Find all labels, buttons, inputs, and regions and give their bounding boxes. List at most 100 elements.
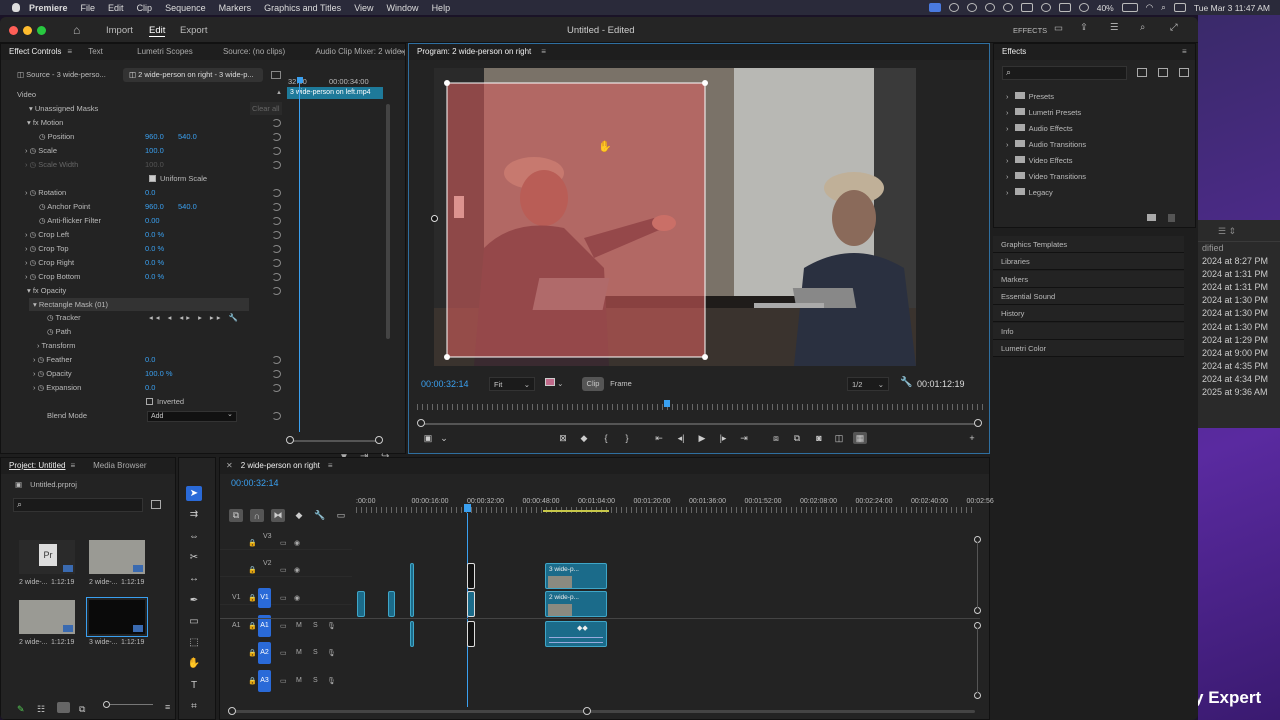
mic-icon[interactable]: 🎙: [327, 677, 336, 685]
search-icon[interactable]: ⌕: [1161, 2, 1166, 13]
project-thumbnail[interactable]: [86, 597, 148, 637]
status-icon[interactable]: [948, 3, 959, 12]
ripple-edit-icon[interactable]: ⇔: [186, 529, 202, 544]
ec-value[interactable]: 960.0: [145, 200, 164, 213]
lock-icon[interactable]: 🔒: [248, 539, 257, 547]
ec-playhead-handle[interactable]: [297, 77, 303, 83]
home-icon[interactable]: ⌂: [73, 23, 80, 37]
reset-icon[interactable]: [272, 119, 281, 127]
tab-project[interactable]: Project: Untitled: [9, 461, 65, 470]
ec-value[interactable]: 100.0 %: [145, 367, 173, 380]
source-patch-v1[interactable]: V1: [232, 594, 241, 601]
lift-icon[interactable]: ⊠: [556, 432, 570, 444]
project-thumbnail[interactable]: [19, 600, 75, 634]
reset-icon[interactable]: [272, 370, 281, 378]
datetime[interactable]: Tue Mar 3 11:47 AM: [1194, 3, 1270, 13]
tab-effect-controls[interactable]: Effect Controls: [9, 47, 61, 56]
status-icon[interactable]: [984, 3, 995, 12]
sync-lock-icon[interactable]: ▭: [280, 677, 287, 685]
menu-3[interactable]: Sequence: [165, 3, 206, 13]
ec-scrollbar[interactable]: [386, 104, 390, 339]
ec-value[interactable]: 100.0: [145, 144, 164, 157]
zoom-button[interactable]: [37, 26, 46, 35]
status-icon[interactable]: [966, 3, 977, 12]
settings-icon[interactable]: 🔧: [313, 509, 327, 522]
disclosure-icon[interactable]: ›: [1006, 172, 1011, 181]
close-icon[interactable]: ✕: [226, 461, 233, 470]
collapsed-panel[interactable]: Graphics Templates: [993, 236, 1184, 253]
tab-media-browser[interactable]: Media Browser: [93, 461, 146, 470]
panel-menu-icon[interactable]: ≡: [70, 461, 75, 470]
tab-import[interactable]: Import: [106, 25, 133, 36]
mask-handle[interactable]: [431, 215, 438, 222]
checkbox[interactable]: [149, 175, 156, 182]
camera-icon[interactable]: ◙: [812, 432, 826, 444]
clear-all-button[interactable]: Clear all: [250, 102, 282, 115]
ec-row-opacity[interactable]: ▾ fx Opacity: [27, 284, 66, 297]
play-icon[interactable]: ▶: [695, 432, 709, 444]
accelerated-effects-icon[interactable]: [1137, 68, 1147, 77]
ec-value[interactable]: 540.0: [178, 130, 197, 143]
stopwatch-icon[interactable]: ◷: [30, 244, 39, 253]
close-button[interactable]: [9, 26, 18, 35]
reset-icon[interactable]: [272, 412, 281, 420]
checkbox[interactable]: [146, 398, 153, 405]
ec-row-blend-mode[interactable]: Blend Mode: [47, 409, 87, 422]
reset-icon[interactable]: [272, 203, 281, 211]
mute-button[interactable]: M: [296, 649, 302, 656]
timeline-clip-v1[interactable]: 2 wide-p...: [545, 591, 607, 617]
stopwatch-icon[interactable]: ◷: [30, 258, 39, 267]
stopwatch-icon[interactable]: ◷: [38, 369, 47, 378]
effects-folder[interactable]: › Audio Effects: [1006, 122, 1073, 135]
ec-row-crop-right[interactable]: › ◷ Crop Right: [25, 256, 74, 269]
disclosure-icon[interactable]: ›: [1006, 140, 1011, 149]
frame-mode-button[interactable]: Frame: [607, 377, 635, 391]
ec-row-anchor-point[interactable]: ◷ Anchor Point: [39, 200, 90, 213]
ec-row-tracker[interactable]: ◷ Tracker: [47, 311, 81, 324]
disclosure-icon[interactable]: ›: [1006, 124, 1011, 133]
eye-icon[interactable]: ◉: [294, 566, 300, 574]
app-menu[interactable]: Premiere: [29, 3, 68, 13]
transform-tool-icon[interactable]: ⌗: [186, 699, 202, 714]
tab-edit[interactable]: Edit: [149, 25, 166, 37]
reset-icon[interactable]: [272, 259, 281, 267]
collapse-icon[interactable]: ▲: [276, 90, 282, 96]
wrench-icon[interactable]: 🔧: [900, 377, 912, 388]
ec-zoom-handle[interactable]: [286, 436, 294, 444]
ec-row-uniform-scale[interactable]: Uniform Scale: [160, 172, 207, 185]
monitor-zoom-handle[interactable]: [417, 419, 425, 427]
control-center-icon[interactable]: [1173, 3, 1186, 12]
blend-mode-dropdown[interactable]: Add: [147, 411, 237, 422]
apple-icon[interactable]: [12, 3, 20, 12]
monitor-zoom-bar[interactable]: [421, 423, 977, 425]
track-target-A2[interactable]: A2: [258, 642, 271, 664]
effects-folder[interactable]: › Audio Transitions: [1006, 138, 1086, 151]
disclosure-icon[interactable]: ▾ fx: [27, 286, 41, 295]
ec-row-expansion[interactable]: › ◷ Expansion: [33, 381, 81, 394]
ec-value[interactable]: 100.0: [145, 158, 164, 171]
hand-tool-icon[interactable]: ✋: [186, 656, 202, 671]
ec-value[interactable]: 0.0: [145, 186, 155, 199]
type-tool-icon[interactable]: T: [186, 678, 202, 693]
status-icon[interactable]: [1020, 3, 1033, 12]
menu-1[interactable]: Edit: [108, 3, 124, 13]
freeform-view-icon[interactable]: ⧉: [79, 704, 85, 715]
audio-track-scrollbar[interactable]: [977, 628, 978, 693]
menu-2[interactable]: Clip: [137, 3, 153, 13]
resolution-dropdown[interactable]: 1/2 ⌄: [847, 377, 889, 391]
new-bin-icon[interactable]: [151, 500, 161, 509]
solo-button[interactable]: S: [313, 622, 318, 629]
source-clip-selector[interactable]: ◫ Source - 3 wide-perso...: [17, 68, 117, 82]
stopwatch-icon[interactable]: ◷: [47, 313, 56, 322]
ec-row-transform[interactable]: › Transform: [37, 339, 75, 352]
ec-value[interactable]: 540.0: [178, 200, 197, 213]
disclosure-icon[interactable]: ›: [1006, 188, 1011, 197]
screen-record-icon[interactable]: [928, 3, 941, 12]
effects-workspace-label[interactable]: EFFECTS: [1013, 26, 1047, 35]
stopwatch-icon[interactable]: ◷: [39, 216, 47, 225]
reset-icon[interactable]: [272, 217, 281, 225]
reset-icon[interactable]: [272, 273, 281, 281]
timeline-toggle-icon[interactable]: [271, 71, 281, 79]
track-target-V1[interactable]: V1: [258, 588, 271, 608]
effects-folder[interactable]: › Video Effects: [1006, 154, 1073, 167]
